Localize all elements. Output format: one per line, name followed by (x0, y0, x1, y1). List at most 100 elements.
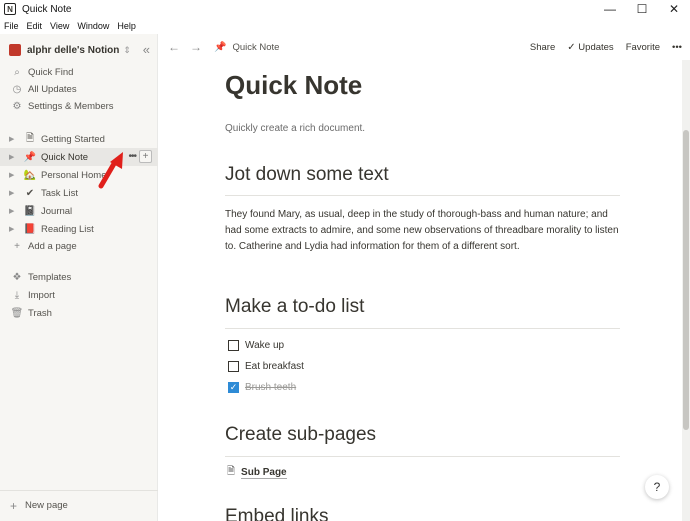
workspace-switcher[interactable]: alphr delle's Notion ⇕ « (4, 40, 154, 60)
sidebar-item-trash[interactable]: 🗑 Trash (0, 304, 158, 322)
add-page-label: Add a page (28, 240, 77, 252)
more-options-button[interactable]: ••• (672, 42, 682, 53)
sidebar-page-reading-list[interactable]: ▶ 📕 Reading List (0, 220, 158, 238)
sidebar-page-task-list[interactable]: ▶ ✔ Task List (0, 184, 158, 202)
forward-arrow-icon[interactable]: → (190, 40, 202, 54)
help-button[interactable]: ? (645, 475, 669, 499)
document-icon: 🗎 (25, 132, 35, 144)
sidebar-item-quick-find[interactable]: ⌕ Quick Find (0, 63, 158, 81)
sidebar-page-label: Personal Home (41, 169, 107, 181)
page-title[interactable]: Quick Note (225, 70, 362, 101)
share-button[interactable]: Share (530, 42, 555, 53)
menu-window[interactable]: Window (73, 18, 113, 34)
divider (225, 328, 620, 329)
sidebar-item-label: Import (28, 289, 55, 301)
heading-subpages[interactable]: Create sub-pages (225, 424, 376, 446)
sidebar-page-label: Journal (41, 205, 73, 217)
workspace-icon (9, 44, 21, 56)
expand-triangle-icon[interactable]: ▶ (9, 171, 19, 179)
page-subtitle[interactable]: Quickly create a rich document. (225, 123, 365, 134)
subpage-label: Sub Page (241, 466, 287, 479)
collapse-sidebar-icon[interactable]: « (143, 42, 150, 57)
breadcrumb[interactable]: Quick Note (232, 42, 279, 53)
page-actions: ••• + (128, 150, 152, 164)
main-content: Quick Note Quickly create a rich documen… (158, 60, 682, 521)
workspace-name: alphr delle's Notion (27, 44, 120, 56)
pin-icon: 📌 (214, 41, 227, 53)
expand-triangle-icon[interactable]: ▶ (9, 135, 19, 143)
expand-triangle-icon[interactable]: ▶ (9, 225, 19, 233)
book-icon: 📕 (23, 223, 37, 235)
red-arrow-annotation (98, 152, 123, 189)
checkmark-icon: ✔ (25, 187, 35, 199)
window-controls: — ☐ ✕ (594, 0, 690, 18)
todo-label: Wake up (245, 339, 285, 351)
heading-embed[interactable]: Embed links (225, 506, 329, 521)
new-page-button[interactable]: + New page (0, 490, 158, 520)
gear-icon: ⚙ (12, 100, 22, 112)
maximize-button[interactable]: ☐ (626, 0, 658, 18)
expand-triangle-icon[interactable]: ▶ (9, 153, 19, 161)
add-subpage-button[interactable]: + (139, 150, 152, 163)
updates-label: Updates (578, 41, 614, 53)
checkbox-checked[interactable]: ✓ (228, 381, 239, 393)
minimize-button[interactable]: — (594, 0, 626, 18)
sidebar-page-getting-started[interactable]: ▶ 🗎 Getting Started (0, 130, 158, 148)
menu-edit[interactable]: Edit (23, 18, 47, 34)
favorite-button[interactable]: Favorite (626, 42, 660, 53)
heading-jot-down[interactable]: Jot down some text (225, 164, 389, 186)
more-options-icon[interactable]: ••• (128, 150, 136, 164)
scrollbar[interactable] (682, 60, 690, 521)
heading-todo[interactable]: Make a to-do list (225, 296, 364, 318)
sidebar-item-label: All Updates (28, 83, 77, 95)
sidebar-item-templates[interactable]: ❖ Templates (0, 268, 158, 286)
subpage-link[interactable]: 🗎 Sub Page (227, 464, 287, 481)
todo-item[interactable]: ✓ Brush teeth (228, 380, 296, 394)
todo-item[interactable]: Eat breakfast (228, 359, 304, 373)
plus-icon: + (14, 240, 20, 252)
sidebar-item-import[interactable]: ⤓ Import (0, 286, 158, 304)
sidebar-item-label: Settings & Members (28, 100, 114, 112)
pin-icon: 📌 (23, 151, 37, 163)
sidebar-page-label: Getting Started (41, 133, 105, 145)
updates-button[interactable]: ✓ Updates (567, 42, 613, 53)
expand-triangle-icon[interactable]: ▶ (9, 189, 19, 197)
document-icon: 🗎 (227, 466, 236, 477)
checkbox[interactable] (228, 360, 239, 372)
menu-bar: File Edit View Window Help (0, 18, 140, 34)
add-page-button[interactable]: + Add a page (0, 237, 158, 255)
plus-icon: + (10, 498, 18, 513)
menu-view[interactable]: View (46, 18, 73, 34)
todo-item[interactable]: Wake up (228, 338, 284, 352)
paragraph-text[interactable]: They found Mary, as usual, deep in the s… (225, 207, 620, 255)
notebook-icon: 📓 (23, 205, 37, 217)
house-icon: 🏡 (23, 169, 37, 181)
close-button[interactable]: ✕ (658, 0, 690, 18)
sidebar-page-label: Quick Note (41, 151, 88, 163)
todo-label: Brush teeth (245, 381, 297, 393)
chevron-updown-icon: ⇕ (123, 44, 131, 55)
title-bar: N Quick Note — ☐ ✕ (0, 0, 690, 18)
scrollbar-thumb[interactable] (683, 130, 689, 430)
trash-icon: 🗑 (10, 307, 24, 319)
templates-icon: ❖ (12, 271, 22, 283)
sidebar-page-journal[interactable]: ▶ 📓 Journal (0, 202, 158, 220)
checkbox[interactable] (228, 339, 239, 351)
sidebar-item-all-updates[interactable]: ◷ All Updates (0, 80, 158, 98)
divider (225, 456, 620, 457)
top-actions: Share ✓ Updates Favorite ••• (530, 34, 682, 60)
back-arrow-icon[interactable]: ← (168, 40, 180, 54)
sidebar-page-label: Task List (41, 187, 78, 199)
sidebar: alphr delle's Notion ⇕ « ⌕ Quick Find ◷ … (0, 34, 158, 521)
todo-label: Eat breakfast (245, 360, 304, 372)
window-title: Quick Note (22, 3, 72, 15)
import-icon: ⤓ (14, 289, 20, 301)
sidebar-item-settings[interactable]: ⚙ Settings & Members (0, 97, 158, 115)
menu-help[interactable]: Help (113, 18, 140, 34)
sidebar-page-quick-note[interactable]: ▶ 📌 Quick Note ••• + (0, 148, 158, 166)
sidebar-page-personal-home[interactable]: ▶ 🏡 Personal Home (0, 166, 158, 184)
search-icon: ⌕ (14, 66, 20, 78)
expand-triangle-icon[interactable]: ▶ (9, 207, 19, 215)
sidebar-item-label: Trash (28, 307, 52, 319)
menu-file[interactable]: File (0, 18, 23, 34)
